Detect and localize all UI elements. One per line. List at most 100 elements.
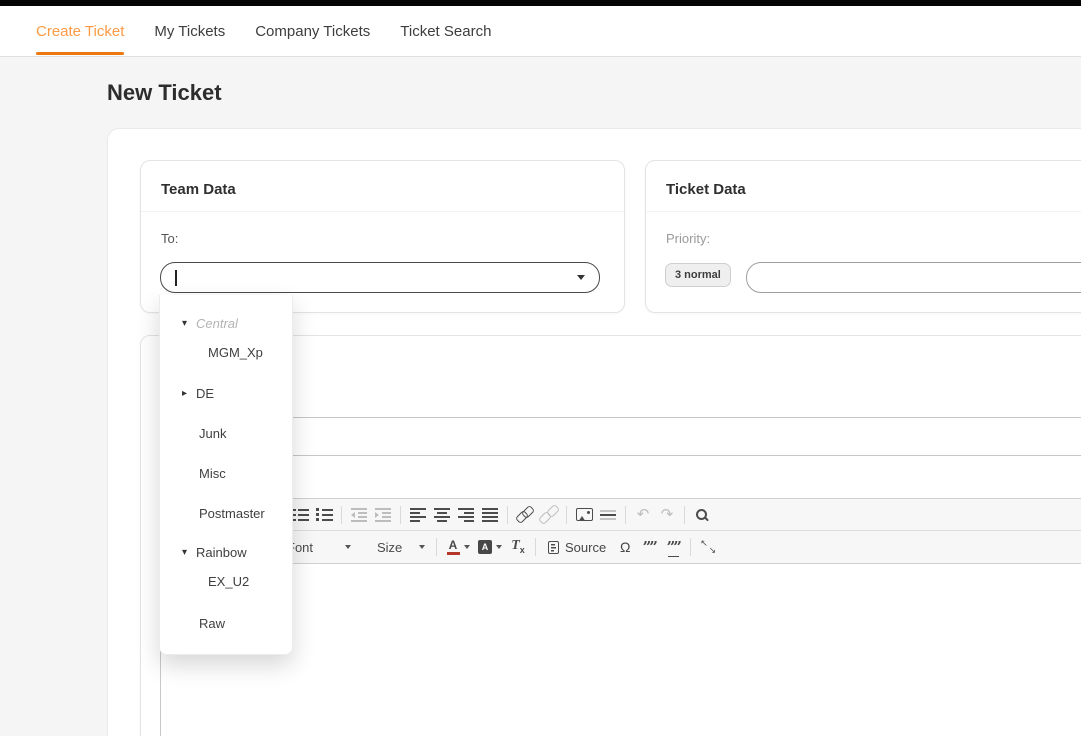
toolbar-separator [535,538,536,556]
remove-format-button[interactable] [506,535,530,559]
form-field-1[interactable] [160,391,1081,418]
team-data-card: Team Data To: [140,160,625,313]
bulleted-list-button[interactable] [312,503,336,527]
horizontal-rule-icon [600,508,616,522]
chevron-down-icon [345,545,351,549]
collapse-caret-icon[interactable]: ▾ [182,547,196,558]
source-button-label: Source [565,540,606,555]
text-cursor [175,270,177,286]
font-combo[interactable]: Font [285,535,357,559]
redo-button [655,503,679,527]
tab-my-tickets[interactable]: My Tickets [154,6,225,56]
dropdown-item-label: Rainbow [196,545,247,560]
form-field-2[interactable] [160,429,1081,456]
quote-icon [643,536,656,558]
bg-color-button[interactable] [474,535,506,559]
dropdown-item-label: MGM_Xp [208,345,263,360]
bulleted-list-icon [316,507,333,522]
toolbar-separator [625,506,626,524]
align-justify-icon [482,508,498,522]
size-combo[interactable]: Size [365,535,431,559]
dropdown-item-central[interactable]: ▾Central [160,313,292,333]
expand-caret-icon[interactable]: ▸ [182,388,196,399]
dropdown-item-label: Junk [199,426,226,441]
text-color-button[interactable] [442,535,474,559]
rich-text-editor: Font Size Source Ω [160,498,1081,736]
numbered-list-icon [292,507,309,522]
image-button[interactable] [572,503,596,527]
link-button[interactable] [513,503,537,527]
collapse-caret-icon[interactable]: ▾ [182,318,196,329]
to-input[interactable] [160,262,600,293]
source-button[interactable]: Source [541,535,613,559]
unlink-icon [540,507,558,522]
toolbar-separator [341,506,342,524]
text-color-icon [447,540,460,555]
quote-author-icon [667,536,680,558]
priority-chip[interactable]: 3 normal [665,263,731,287]
tab-company-tickets[interactable]: Company Tickets [255,6,370,56]
chevron-down-icon[interactable] [577,275,585,280]
priority-label: Priority: [666,231,710,246]
indent-icon [375,508,391,522]
app-window: Create Ticket My Tickets Company Tickets… [0,0,1081,736]
indent-button [371,503,395,527]
editor-toolbar-row1 [161,499,1081,531]
toolbar-separator [690,538,691,556]
dropdown-item-label: Raw [199,616,225,631]
dropdown-item-misc[interactable]: Misc [160,463,292,483]
dropdown-item-ex-u2[interactable]: EX_U2 [160,571,292,591]
ticket-data-header: Ticket Data [646,161,1081,212]
dropdown-item-junk[interactable]: Junk [160,423,292,443]
dropdown-item-mgm-xp[interactable]: MGM_Xp [160,342,292,362]
dropdown-item-label: DE [196,386,214,401]
special-char-button[interactable]: Ω [613,535,637,559]
dropdown-item-postmaster[interactable]: Postmaster [160,503,292,523]
dropdown-item-de[interactable]: ▸DE [160,383,292,403]
priority-input[interactable] [746,262,1081,293]
toolbar-separator [566,506,567,524]
chevron-down-icon [496,545,502,549]
to-label: To: [161,231,178,246]
dropdown-item-raw[interactable]: Raw [160,613,292,633]
editor-toolbar-row2: Font Size Source Ω [161,531,1081,563]
unlink-button [537,503,561,527]
remove-format-icon [511,539,525,555]
align-center-button[interactable] [430,503,454,527]
horizontal-rule-button[interactable] [596,503,620,527]
tab-ticket-search[interactable]: Ticket Search [400,6,491,56]
editor-body[interactable] [160,564,1081,736]
toolbar-separator [684,506,685,524]
maximize-button[interactable] [696,535,720,559]
align-left-icon [410,508,426,522]
align-left-button[interactable] [406,503,430,527]
chevron-down-icon [419,545,425,549]
align-right-icon [458,508,474,522]
quote-button[interactable] [637,535,661,559]
undo-button [631,503,655,527]
align-right-button[interactable] [454,503,478,527]
dropdown-item-rainbow[interactable]: ▾Rainbow [160,542,292,562]
toolbar-separator [436,538,437,556]
team-data-header: Team Data [141,161,624,212]
align-center-icon [434,508,450,522]
find-button[interactable] [690,503,714,527]
dropdown-item-label: Misc [199,466,226,481]
to-dropdown-panel: ▾CentralMGM_Xp▸DEJunkMiscPostmaster▾Rain… [159,295,293,655]
editor-toolbar: Font Size Source Ω [160,498,1081,564]
dropdown-item-label: EX_U2 [208,574,249,589]
image-icon [576,508,593,521]
redo-icon [661,507,674,522]
maximize-icon [701,540,715,554]
dropdown-item-label: Central [196,316,238,331]
tab-create-ticket[interactable]: Create Ticket [36,6,124,56]
dropdown-item-label: Postmaster [199,506,265,521]
undo-icon [637,507,650,522]
toolbar-separator [400,506,401,524]
page-title: New Ticket [107,80,222,106]
outdent-button [347,503,371,527]
find-icon [695,508,709,522]
align-justify-button[interactable] [478,503,502,527]
quote-author-button[interactable] [661,535,685,559]
special-char-icon: Ω [620,540,630,554]
